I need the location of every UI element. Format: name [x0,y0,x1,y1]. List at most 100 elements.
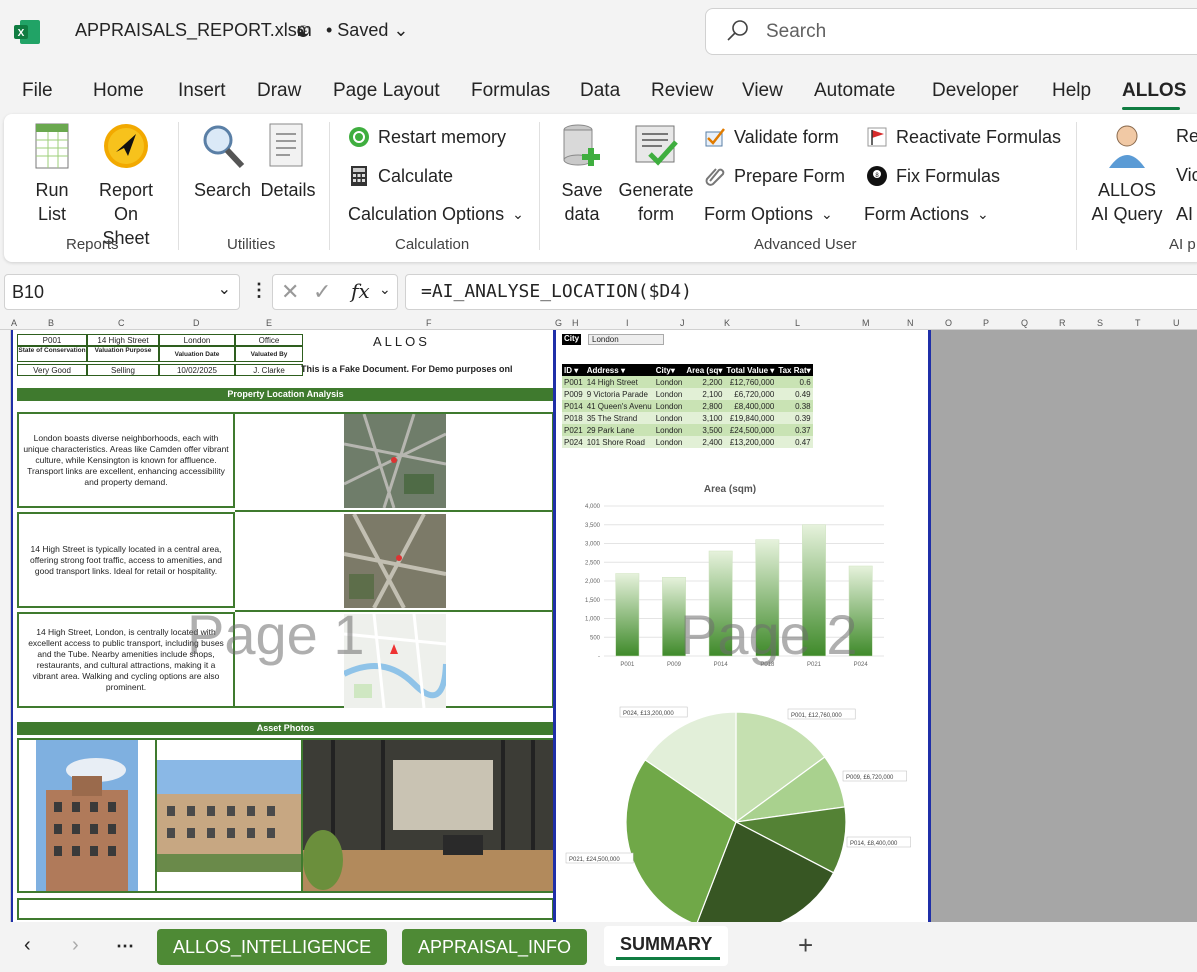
cancel-icon[interactable]: ✕ [281,279,299,305]
filter-dropdown-icon[interactable]: ▾ [770,366,774,375]
table-cell[interactable]: P014 [562,400,585,412]
table-cell[interactable]: 2,200 [684,376,725,388]
tab-review[interactable]: Review [651,80,713,102]
table-header-city[interactable]: City▾ [653,364,685,376]
cell-purpose[interactable]: Selling [87,364,159,376]
col-header-n[interactable]: N [907,318,914,328]
scroll-left-icon[interactable]: ‹ [24,934,31,957]
table-header-value[interactable]: Total Value ▾ [724,364,777,376]
col-header-a[interactable]: A [11,318,17,328]
filter-dropdown-icon[interactable]: ▾ [671,366,675,375]
insert-function-icon[interactable]: fx [351,279,370,303]
col-header-e[interactable]: E [266,318,272,328]
col-header-i[interactable]: I [626,318,629,328]
form-actions-dropdown[interactable]: Form Actions ⌄ [864,204,989,225]
table-cell[interactable]: London [653,388,685,400]
col-header-f[interactable]: F [426,318,432,328]
col-header-j[interactable]: J [680,318,685,328]
table-cell[interactable]: £19,840,000 [724,412,777,424]
col-header-g[interactable]: G [555,318,562,328]
tab-help[interactable]: Help [1052,80,1091,102]
table-cell[interactable]: £12,760,000 [724,376,777,388]
table-cell[interactable]: 3,100 [684,412,725,424]
cell-date[interactable]: 10/02/2025 [159,364,235,376]
restart-memory-button[interactable]: Restart memory [348,126,506,148]
filter-dropdown-icon[interactable]: ▾ [574,366,578,375]
tab-insert[interactable]: Insert [178,80,226,102]
tab-allos[interactable]: ALLOS [1122,80,1186,102]
ai-ai-button[interactable]: AI [1176,204,1193,225]
search-box[interactable]: Search [705,8,1197,55]
table-cell[interactable]: £13,200,000 [724,436,777,448]
table-cell[interactable]: £8,400,000 [724,400,777,412]
formula-input[interactable]: =AI_ANALYSE_LOCATION($D4) [405,274,1197,310]
table-header-address[interactable]: Address ▾ [584,364,654,376]
col-header-c[interactable]: C [118,318,125,328]
table-cell[interactable]: 41 Queen's Avenu [584,400,654,412]
sheet-tab-summary[interactable]: SUMMARY [604,926,729,966]
tab-developer[interactable]: Developer [932,80,1019,102]
excel-icon[interactable]: X [14,20,40,44]
filter-dropdown-icon[interactable]: ▾ [718,366,722,375]
col-header-d[interactable]: D [193,318,200,328]
table-cell[interactable]: 2,400 [684,436,725,448]
fix-formulas-button[interactable]: 8 Fix Formulas [866,165,1000,187]
table-cell[interactable]: 2,100 [684,388,725,400]
calculate-button[interactable]: Calculate [348,165,453,187]
tab-formulas[interactable]: Formulas [471,80,550,102]
tab-page-layout[interactable]: Page Layout [333,80,440,102]
table-cell[interactable]: 0.38 [776,400,813,412]
location-text-2[interactable]: 14 High Street is typically located in a… [17,512,235,608]
city-filter-value[interactable]: London [588,334,664,345]
table-cell[interactable]: 3,500 [684,424,725,436]
details-button[interactable]: Details [258,122,318,202]
col-header-r[interactable]: R [1059,318,1066,328]
cell-header-valuator[interactable]: Valuated By [235,346,303,362]
table-cell[interactable]: 0.6 [776,376,813,388]
prepare-form-button[interactable]: Prepare Form [704,165,845,187]
filter-dropdown-icon[interactable]: ▾ [621,366,625,375]
report-on-sheet-button[interactable]: Report On Sheet [90,122,162,250]
location-text-1[interactable]: London boasts diverse neighborhoods, eac… [17,412,235,508]
worksheet-grid[interactable]: A B C D E F G H I J K L M N O P Q R S T … [0,318,1197,922]
table-cell[interactable]: 0.47 [776,436,813,448]
generate-form-button[interactable]: Generate form [618,122,694,226]
cell-valuator[interactable]: J. Clarke [235,364,303,376]
col-header-h[interactable]: H [572,318,579,328]
form-options-dropdown[interactable]: Form Options ⌄ [704,204,833,225]
table-cell[interactable]: London [653,376,685,388]
col-header-o[interactable]: O [945,318,952,328]
sheet-tab-allos-intelligence[interactable]: ALLOS_INTELLIGENCE [157,929,388,965]
table-cell[interactable]: £24,500,000 [724,424,777,436]
table-cell[interactable]: P001 [562,376,585,388]
table-cell[interactable]: 0.37 [776,424,813,436]
calculation-options-dropdown[interactable]: Calculation Options ⌄ [348,204,524,225]
table-cell[interactable]: 29 Park Lane [584,424,654,436]
cell-conservation[interactable]: Very Good [17,364,87,376]
chevron-down-icon[interactable]: ⌄ [379,281,391,298]
cell-city[interactable]: London [159,334,235,346]
scroll-right-icon[interactable]: › [72,934,79,957]
table-header-id[interactable]: ID ▾ [562,364,585,376]
cell-header-date[interactable]: Valuation Date [159,346,235,362]
building-photo-2[interactable] [157,760,301,872]
table-cell[interactable]: London [653,436,685,448]
table-cell[interactable]: P018 [562,412,585,424]
col-header-k[interactable]: K [724,318,730,328]
validate-form-button[interactable]: Validate form [704,126,839,148]
table-header-area[interactable]: Area (sq▾ [684,364,725,376]
table-cell[interactable]: P009 [562,388,585,400]
table-cell[interactable]: 101 Shore Road [584,436,654,448]
value-pie-chart[interactable]: P001, £12,760,000 P009, £6,720,000 P014, £… [556,700,928,922]
table-cell[interactable]: 0.49 [776,388,813,400]
add-sheet-icon[interactable]: + [798,930,813,961]
cell-address[interactable]: 14 High Street [87,334,159,346]
table-header-tax[interactable]: Tax Rat▾ [776,364,813,376]
col-header-p[interactable]: P [983,318,989,328]
col-header-b[interactable]: B [48,318,54,328]
sheet-tab-appraisal-info[interactable]: APPRAISAL_INFO [402,929,588,965]
confirm-icon[interactable]: ✓ [313,279,331,305]
name-box[interactable]: B10 ⌄ [4,274,240,310]
allos-ai-query-button[interactable]: ALLOS AI Query [1088,122,1166,226]
share-people-icon[interactable]: ☯ [296,22,310,42]
